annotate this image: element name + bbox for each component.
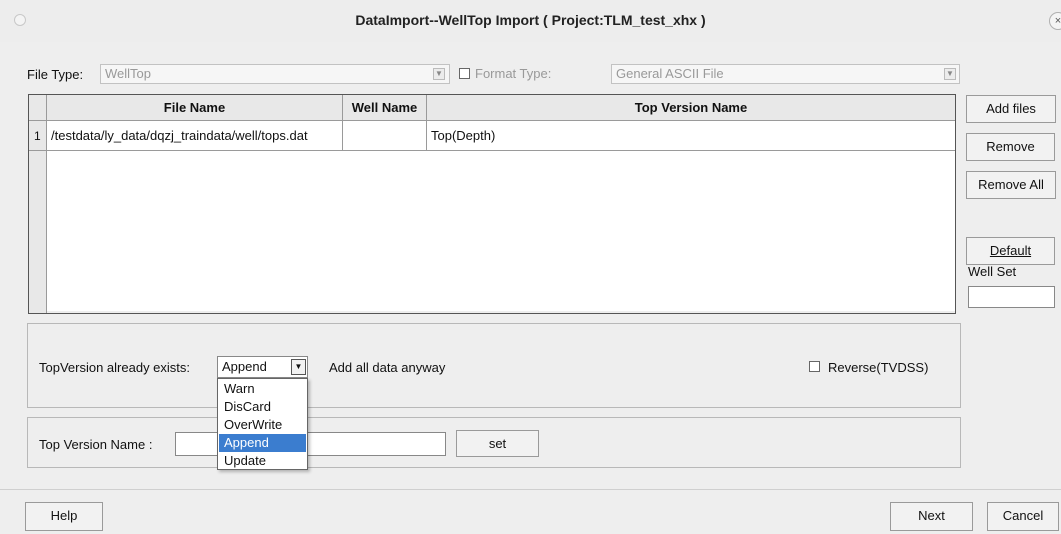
top-version-exists-select[interactable]: Append ▼ [217, 356, 308, 378]
column-header-top-version-name[interactable]: Top Version Name [427, 95, 955, 121]
format-type-value: General ASCII File [616, 66, 724, 81]
top-version-exists-label: TopVersion already exists: [39, 360, 191, 375]
top-version-exists-value: Append [222, 359, 267, 374]
set-button[interactable]: set [456, 430, 539, 457]
format-type-label: Format Type: [475, 66, 552, 81]
row-number: 1 [29, 121, 47, 151]
default-button[interactable]: Default [966, 237, 1055, 265]
well-set-input[interactable] [968, 286, 1055, 308]
add-files-button[interactable]: Add files [966, 95, 1056, 123]
chevron-down-icon[interactable]: ▼ [433, 68, 445, 80]
default-button-label: Default [989, 243, 1032, 258]
close-icon[interactable]: × [1049, 12, 1061, 30]
table-cell-top-version-name[interactable]: Top(Depth) [427, 121, 955, 151]
dropdown-option-warn[interactable]: Warn [219, 380, 306, 398]
table-body [47, 151, 955, 311]
dropdown-option-update[interactable]: Update [219, 452, 306, 470]
file-type-value: WellTop [105, 66, 152, 81]
column-header-file-name[interactable]: File Name [47, 95, 343, 121]
top-version-exists-dropdown-list[interactable]: Warn DisCard OverWrite Append Update [217, 378, 308, 470]
file-type-label: File Type: [27, 67, 84, 82]
dropdown-option-append[interactable]: Append [219, 434, 306, 452]
table-cell-file-name[interactable]: /testdata/ly_data/dqzj_traindata/well/to… [47, 121, 343, 151]
row-header-corner [29, 95, 47, 121]
dropdown-option-overwrite[interactable]: OverWrite [219, 416, 306, 434]
top-version-name-label: Top Version Name : [39, 437, 153, 452]
row-header-column [29, 151, 47, 313]
cancel-button[interactable]: Cancel [987, 502, 1059, 531]
help-button[interactable]: Help [25, 502, 103, 531]
format-type-checkbox[interactable] [459, 68, 470, 79]
window-title: DataImport--WellTop Import ( Project:TLM… [355, 12, 706, 28]
reverse-checkbox[interactable] [809, 361, 820, 372]
column-header-well-name[interactable]: Well Name [343, 95, 427, 121]
next-button[interactable]: Next [890, 502, 973, 531]
table-cell-well-name[interactable] [343, 121, 427, 151]
file-type-select[interactable]: WellTop [100, 64, 450, 84]
format-type-select[interactable]: General ASCII File [611, 64, 960, 84]
remove-all-button[interactable]: Remove All [966, 171, 1056, 199]
chevron-down-icon[interactable]: ▼ [291, 359, 306, 375]
well-set-label: Well Set [968, 264, 1017, 279]
file-table[interactable]: File Name Well Name Top Version Name 1 /… [28, 94, 956, 314]
footer-separator [0, 489, 1061, 490]
remove-button[interactable]: Remove [966, 133, 1055, 161]
reverse-label: Reverse(TVDSS) [828, 360, 929, 375]
top-version-name-input[interactable] [175, 432, 446, 456]
dropdown-option-discard[interactable]: DisCard [219, 398, 306, 416]
chevron-down-icon[interactable]: ▼ [944, 68, 956, 80]
top-version-exists-hint: Add all data anyway [329, 360, 446, 375]
